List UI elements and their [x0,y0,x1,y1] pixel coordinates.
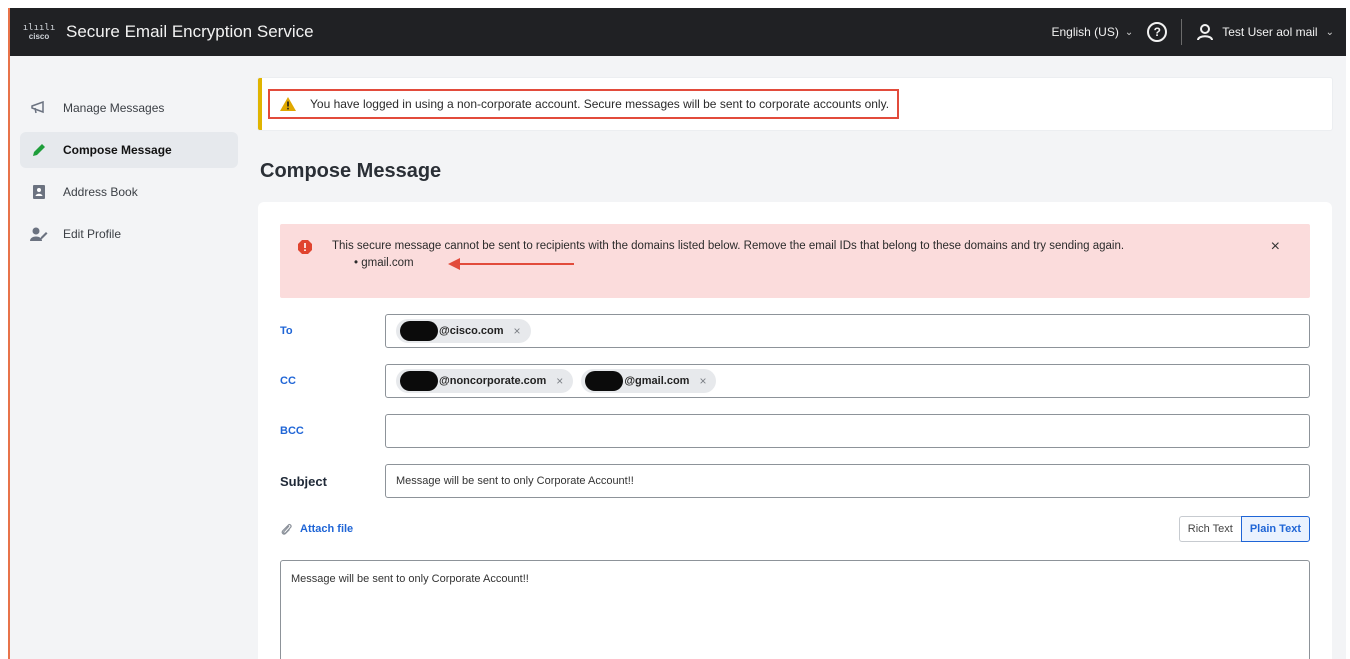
divider [1181,19,1183,45]
megaphone-icon [30,99,48,117]
close-icon[interactable]: × [1271,238,1280,256]
message-body-field[interactable]: Message will be sent to only Corporate A… [280,560,1310,659]
address-book-icon [30,183,48,201]
recipient-chip[interactable]: @gmail.com × [581,369,717,393]
error-icon [298,240,312,254]
remove-icon[interactable]: × [699,374,706,388]
warning-banner: You have logged in using a non-corporate… [258,78,1332,130]
recipient-chip[interactable]: @noncorporate.com × [396,369,574,393]
sidebar-item-label: Address Book [63,185,138,199]
cisco-logo: ılıılı cisco [22,22,56,41]
user-edit-icon [30,225,48,243]
sidebar-item-edit-profile[interactable]: Edit Profile [20,216,238,252]
attach-file-button[interactable]: Attach file [280,522,353,536]
sidebar-item-address-book[interactable]: Address Book [20,174,238,210]
sidebar-item-label: Manage Messages [63,101,165,115]
warning-highlight-box: You have logged in using a non-corporate… [268,89,900,119]
main-content: You have logged in using a non-corporate… [258,78,1332,659]
redaction-mark [585,371,624,391]
error-alert: This secure message cannot be sent to re… [280,224,1310,298]
remove-icon[interactable]: × [556,374,563,388]
paperclip-icon [281,523,292,535]
page-title: Compose Message [260,160,442,182]
to-field[interactable]: @cisco.com × [385,314,1310,348]
warning-text: You have logged in using a non-corporate… [310,97,890,111]
remove-icon[interactable]: × [514,324,521,338]
app-frame: ılıılı cisco Secure Email Encryption Ser… [8,8,1346,659]
bcc-label[interactable]: BCC [280,425,385,437]
compose-card: This secure message cannot be sent to re… [258,202,1332,659]
to-row: To @cisco.com × [280,312,1310,350]
error-text: This secure message cannot be sent to re… [332,240,1125,252]
redaction-mark [400,371,438,391]
chevron-down-icon: ⌄ [1124,26,1134,38]
user-icon [1197,24,1214,41]
language-label: English (US) [1051,25,1119,39]
chevron-down-icon: ⌄ [1325,26,1334,38]
attach-row: Attach file Rich Text Plain Text [280,512,1310,546]
sidebar-item-label: Compose Message [63,143,172,157]
bcc-field[interactable] [385,414,1310,448]
to-label[interactable]: To [280,325,385,337]
error-domain: gmail.com [361,257,414,269]
rich-text-button[interactable]: Rich Text [1178,516,1241,542]
subject-field[interactable]: Message will be sent to only Corporate A… [385,464,1310,498]
subject-row: Subject Message will be sent to only Cor… [280,462,1310,500]
help-icon[interactable]: ? [1147,22,1168,42]
language-selector[interactable]: English (US) ⌄ [1051,25,1133,39]
user-name: Test User aol mail [1222,25,1318,39]
sidebar: Manage Messages Compose Message Address … [10,56,250,659]
user-menu[interactable]: Test User aol mail ⌄ [1196,23,1334,41]
subject-value: Message will be sent to only Corporate A… [396,475,634,487]
warning-icon [280,97,296,111]
sidebar-item-manage-messages[interactable]: Manage Messages [20,90,238,126]
sidebar-item-label: Edit Profile [63,227,122,241]
sidebar-item-compose-message[interactable]: Compose Message [20,132,238,168]
message-body-text: Message will be sent to only Corporate A… [291,573,529,585]
arrow-annotation [448,258,574,270]
plain-text-button[interactable]: Plain Text [1240,516,1310,542]
cc-label[interactable]: CC [280,375,385,387]
subject-label: Subject [280,473,327,489]
app-title: Secure Email Encryption Service [66,22,314,41]
format-toggle: Rich Text Plain Text [1178,516,1310,542]
bcc-row: BCC [280,412,1310,450]
recipient-chip[interactable]: @cisco.com × [396,319,531,343]
redaction-mark [400,321,438,341]
cc-field[interactable]: @noncorporate.com × @gmail.com × [385,364,1310,398]
attach-file-label: Attach file [300,523,354,535]
top-bar: ılıılı cisco Secure Email Encryption Ser… [10,8,1346,56]
pencil-icon [30,141,48,159]
cc-row: CC @noncorporate.com × @gmail.com × [280,362,1310,400]
